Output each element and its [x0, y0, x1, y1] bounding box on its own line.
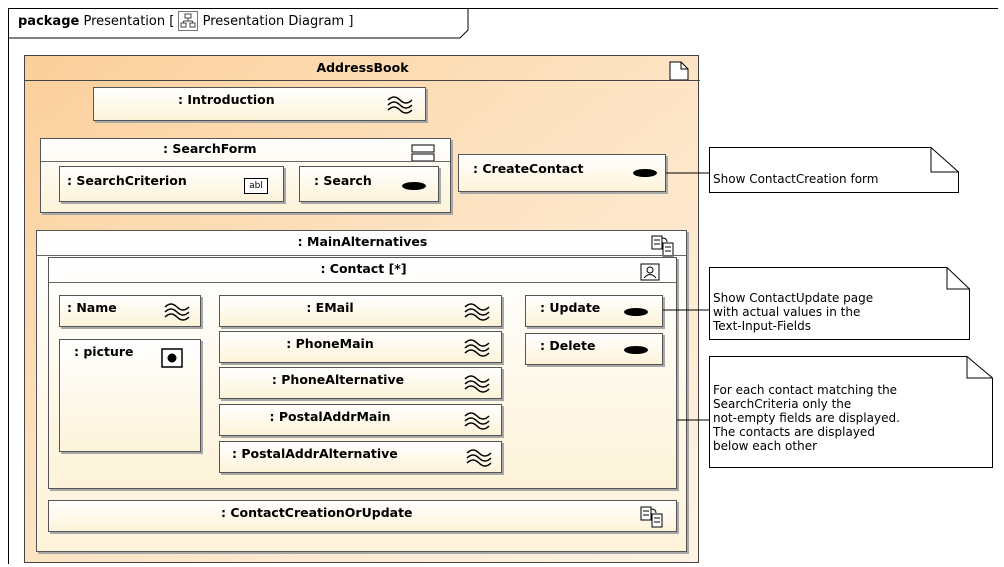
- note-create: Show ContactCreation form: [709, 147, 959, 193]
- note-update: Show ContactUpdate page with actual valu…: [709, 267, 970, 340]
- note-create-shape: [709, 147, 959, 193]
- note-display: For each contact matching the SearchCrit…: [709, 356, 993, 468]
- note-create-text: Show ContactCreation form: [713, 172, 879, 186]
- note-update-text: Show ContactUpdate page with actual valu…: [713, 291, 874, 333]
- note-display-text: For each contact matching the SearchCrit…: [713, 383, 900, 453]
